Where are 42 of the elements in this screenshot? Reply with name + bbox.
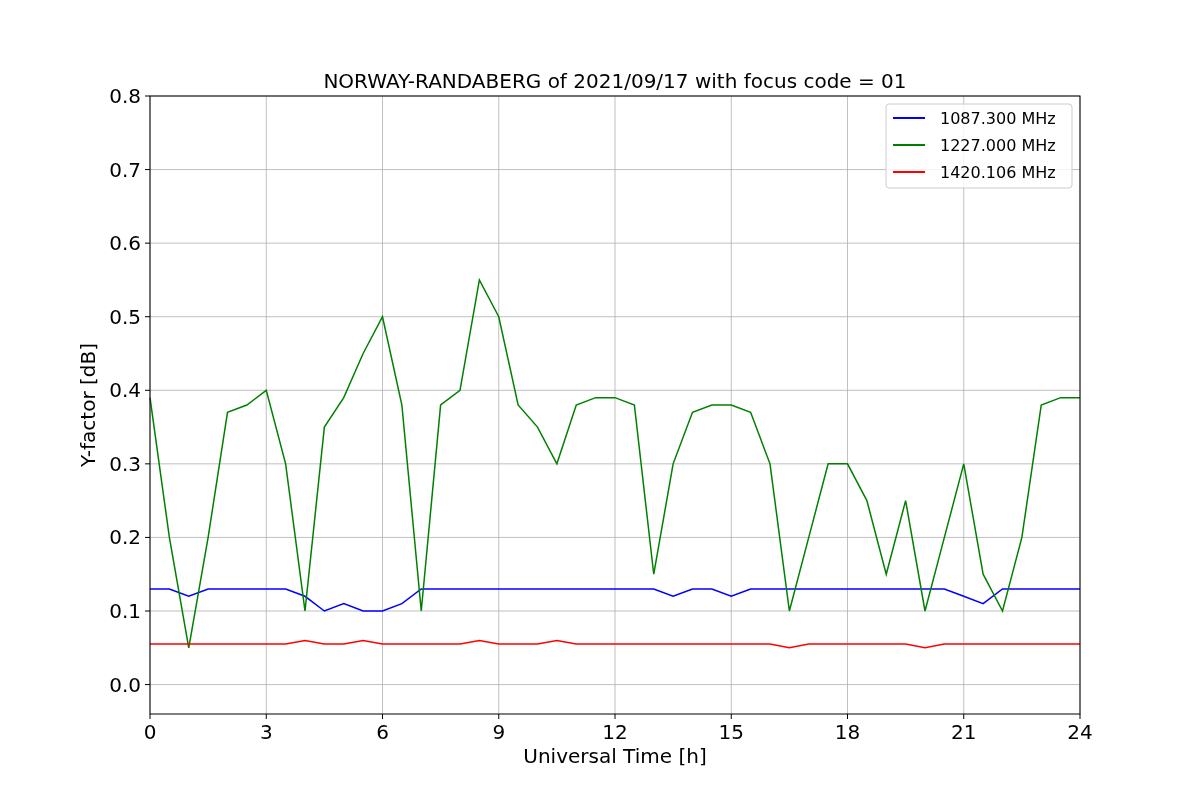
tick-label: 18 bbox=[834, 720, 861, 744]
tick-label: 3 bbox=[259, 720, 273, 744]
tick-label: 24 bbox=[1067, 720, 1093, 744]
tick-label: 0.4 bbox=[109, 378, 141, 403]
legend-label: 1227.000 MHz bbox=[940, 136, 1056, 155]
y-axis-label: Y-factor [dB] bbox=[76, 343, 100, 467]
tick-mark bbox=[144, 95, 151, 97]
tick-mark bbox=[144, 463, 151, 465]
tick-label: 0.8 bbox=[109, 84, 141, 108]
legend-label: 1420.106 MHz bbox=[940, 163, 1056, 182]
tick-label: 0.7 bbox=[109, 157, 141, 182]
legend-label: 1087.300 MHz bbox=[940, 109, 1056, 128]
tick-mark bbox=[149, 713, 151, 720]
tick-mark bbox=[144, 684, 151, 686]
tick-mark bbox=[144, 610, 151, 612]
tick-mark bbox=[144, 389, 151, 391]
tick-label: 6 bbox=[376, 720, 389, 744]
tick-mark bbox=[963, 713, 965, 720]
tick-mark bbox=[614, 713, 616, 720]
tick-label: 0.2 bbox=[109, 525, 141, 550]
tick-label: 0.0 bbox=[109, 672, 141, 697]
tick-mark bbox=[265, 713, 267, 720]
tick-label: 9 bbox=[492, 720, 506, 744]
tick-mark bbox=[847, 713, 848, 720]
tick-label: 21 bbox=[951, 720, 977, 744]
tick-mark bbox=[144, 316, 151, 318]
x-axis-label: Universal Time [h] bbox=[523, 744, 707, 768]
tick-mark bbox=[382, 713, 383, 720]
tick-label: 0.3 bbox=[109, 451, 141, 476]
tick-mark bbox=[498, 713, 500, 720]
tick-mark bbox=[144, 169, 151, 171]
tick-mark bbox=[730, 713, 732, 720]
tick-mark bbox=[144, 242, 151, 244]
tick-label: 15 bbox=[718, 720, 744, 744]
tick-label: 0.5 bbox=[109, 304, 141, 329]
tick-label: 0.1 bbox=[109, 599, 141, 623]
tick-label: 0 bbox=[143, 720, 157, 744]
chart-title: NORWAY-RANDABERG of 2021/09/17 with focus code = 01 bbox=[323, 69, 907, 93]
tick-label: 0.6 bbox=[109, 231, 141, 256]
tick-mark bbox=[1079, 713, 1081, 720]
tick-label: 12 bbox=[602, 720, 628, 744]
tick-mark bbox=[144, 536, 151, 538]
